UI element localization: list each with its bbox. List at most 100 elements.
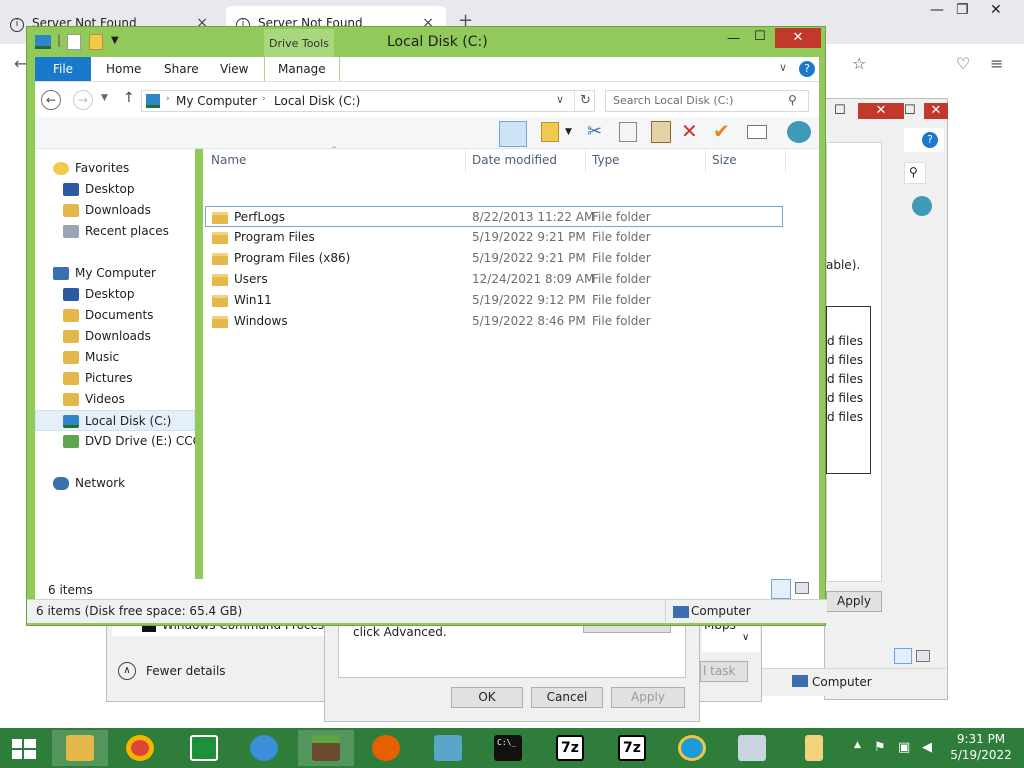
column-separator[interactable] bbox=[705, 149, 706, 173]
tab-manage[interactable]: Manage bbox=[264, 57, 340, 81]
column-separator[interactable] bbox=[785, 149, 786, 173]
menu-icon[interactable]: ≡ bbox=[990, 54, 1003, 73]
breadcrumb-my-computer[interactable]: My Computer bbox=[176, 94, 257, 108]
back-button[interactable]: ← bbox=[41, 90, 61, 110]
bookmark-star-icon[interactable]: ☆ bbox=[852, 54, 866, 73]
clock[interactable]: 9:31 PM 5/19/2022 bbox=[938, 731, 1024, 763]
preview-pane-icon[interactable] bbox=[499, 121, 527, 147]
taskbar-firefox[interactable] bbox=[358, 730, 414, 766]
nav-comp-desktop[interactable]: Desktop bbox=[35, 284, 195, 305]
nav-videos[interactable]: Videos bbox=[35, 389, 195, 410]
refresh-icon[interactable]: ↻ bbox=[574, 91, 596, 111]
end-task-button[interactable]: l task bbox=[700, 661, 748, 682]
file-row-users[interactable]: Users 12/24/2021 8:09 AM File folder bbox=[206, 269, 786, 290]
file-row-program-files-x86[interactable]: Program Files (x86) 5/19/2022 9:21 PM File… bbox=[206, 248, 786, 269]
forward-button[interactable]: → bbox=[73, 90, 93, 110]
column-separator[interactable] bbox=[585, 149, 586, 173]
ok-button[interactable]: OK bbox=[451, 687, 523, 708]
recent-locations-icon[interactable]: ▼ bbox=[101, 93, 108, 103]
address-bar[interactable]: › My Computer › Local Disk (C:) ∨ ↻ bbox=[141, 90, 595, 112]
tab-share[interactable]: Share bbox=[151, 57, 212, 81]
large-icons-view-icon[interactable] bbox=[795, 582, 809, 594]
search-input[interactable]: Search Local Disk (C:) ⚲ bbox=[605, 90, 809, 112]
nav-local-disk[interactable]: Local Disk (C:) bbox=[35, 410, 195, 431]
column-size[interactable]: Size bbox=[712, 153, 737, 167]
rename-icon[interactable] bbox=[747, 125, 767, 139]
delete-icon[interactable]: ✕ bbox=[681, 119, 698, 143]
nav-music[interactable]: Music bbox=[35, 347, 195, 368]
chevron-down-icon[interactable]: ∨ bbox=[742, 632, 749, 643]
browser-maximize-button[interactable]: ❐ bbox=[956, 2, 969, 18]
browser-close-button[interactable]: ✕ bbox=[990, 2, 1002, 18]
maximize-button[interactable]: ☐ bbox=[754, 29, 766, 44]
nav-favorites[interactable]: Favorites bbox=[35, 158, 195, 179]
breadcrumb-local-disk[interactable]: Local Disk (C:) bbox=[274, 94, 360, 108]
apply-button[interactable]: Apply bbox=[611, 687, 685, 708]
pocket-icon[interactable]: ♡ bbox=[956, 54, 970, 73]
browser-minimize-button[interactable]: — bbox=[930, 2, 944, 18]
details-view-icon[interactable] bbox=[771, 579, 791, 599]
bg-close-button[interactable]: ✕ bbox=[858, 103, 904, 119]
ribbon-expand-icon[interactable]: ∨ bbox=[779, 61, 787, 74]
fewer-details-toggle[interactable]: ∧ Fewer details bbox=[118, 660, 318, 682]
nav-desktop[interactable]: Desktop bbox=[35, 179, 195, 200]
tab-view[interactable]: View bbox=[207, 57, 261, 81]
globe-icon[interactable] bbox=[787, 121, 811, 143]
nav-comp-downloads[interactable]: Downloads bbox=[35, 326, 195, 347]
cancel-button[interactable]: Cancel bbox=[531, 687, 603, 708]
column-separator[interactable] bbox=[465, 149, 466, 173]
bg-apply-button[interactable]: Apply bbox=[826, 591, 882, 612]
taskbar-folder[interactable] bbox=[786, 730, 842, 766]
bg-search-icon[interactable]: ⚲ bbox=[904, 162, 926, 184]
dropdown-icon[interactable]: ▼ bbox=[565, 127, 572, 137]
taskbar-explorer[interactable] bbox=[52, 730, 108, 766]
bg-maximize-icon[interactable]: ☐ bbox=[834, 103, 846, 118]
bg-close-button[interactable]: ✕ bbox=[924, 103, 948, 119]
large-icons-view-icon[interactable] bbox=[916, 650, 930, 662]
network-icon[interactable]: ▣ bbox=[898, 740, 910, 755]
cut-icon[interactable]: ✂ bbox=[587, 121, 602, 142]
taskbar-minecraft[interactable] bbox=[298, 730, 354, 766]
new-folder-icon[interactable] bbox=[89, 34, 103, 50]
properties-icon[interactable] bbox=[67, 34, 81, 50]
nav-downloads[interactable]: Downloads bbox=[35, 200, 195, 221]
copy-icon[interactable] bbox=[619, 122, 637, 142]
file-row-program-files[interactable]: Program Files 5/19/2022 9:21 PM File folde… bbox=[206, 227, 786, 248]
taskbar-7zip-2[interactable]: 7z bbox=[604, 730, 660, 766]
nav-pictures[interactable]: Pictures bbox=[35, 368, 195, 389]
address-dropdown-icon[interactable]: ∨ bbox=[556, 93, 564, 106]
taskbar-app[interactable] bbox=[236, 730, 292, 766]
properties-icon[interactable] bbox=[541, 122, 559, 142]
tab-file[interactable]: File bbox=[35, 57, 91, 81]
taskbar-regedit[interactable] bbox=[420, 730, 476, 766]
taskbar-chrome[interactable] bbox=[112, 730, 168, 766]
file-row-win11[interactable]: Win11 5/19/2022 9:12 PM File folder bbox=[206, 290, 786, 311]
nav-dvd-drive[interactable]: DVD Drive (E:) CCCC bbox=[35, 431, 195, 452]
nav-recent-places[interactable]: Recent places bbox=[35, 221, 195, 242]
help-icon[interactable]: ? bbox=[922, 132, 938, 148]
checkmark-icon[interactable]: ✔ bbox=[713, 119, 730, 143]
column-name[interactable]: Name bbox=[211, 153, 246, 167]
start-button[interactable] bbox=[0, 730, 48, 766]
minimize-button[interactable]: — bbox=[727, 31, 740, 46]
details-view-icon[interactable] bbox=[894, 648, 912, 664]
qat-dropdown-icon[interactable]: ▼ bbox=[111, 35, 119, 46]
search-icon[interactable]: ⚲ bbox=[788, 93, 797, 107]
bg-maximize-icon[interactable]: ☐ bbox=[904, 103, 916, 118]
action-center-icon[interactable]: ⚑ bbox=[874, 740, 886, 755]
tab-home[interactable]: Home bbox=[93, 57, 154, 81]
up-arrow-icon[interactable]: ↑ bbox=[123, 90, 135, 106]
file-row-perflogs[interactable]: PerfLogs 8/22/2013 11:22 AM File folder bbox=[205, 206, 783, 227]
nav-my-computer[interactable]: My Computer bbox=[35, 263, 195, 284]
taskbar-7zip-1[interactable]: 7z bbox=[542, 730, 598, 766]
help-icon[interactable]: ? bbox=[799, 61, 815, 77]
close-button[interactable]: ✕ bbox=[775, 28, 821, 48]
file-row-windows[interactable]: Windows 5/19/2022 8:46 PM File folder bbox=[206, 311, 786, 332]
taskbar-resource-monitor[interactable] bbox=[724, 730, 780, 766]
nav-documents[interactable]: Documents bbox=[35, 305, 195, 326]
volume-icon[interactable]: ◀ bbox=[922, 740, 932, 755]
column-type[interactable]: Type bbox=[592, 153, 620, 167]
nav-network[interactable]: Network bbox=[35, 473, 195, 494]
tray-chevron-icon[interactable]: ▲ bbox=[854, 740, 861, 750]
taskbar-ie[interactable] bbox=[664, 730, 720, 766]
